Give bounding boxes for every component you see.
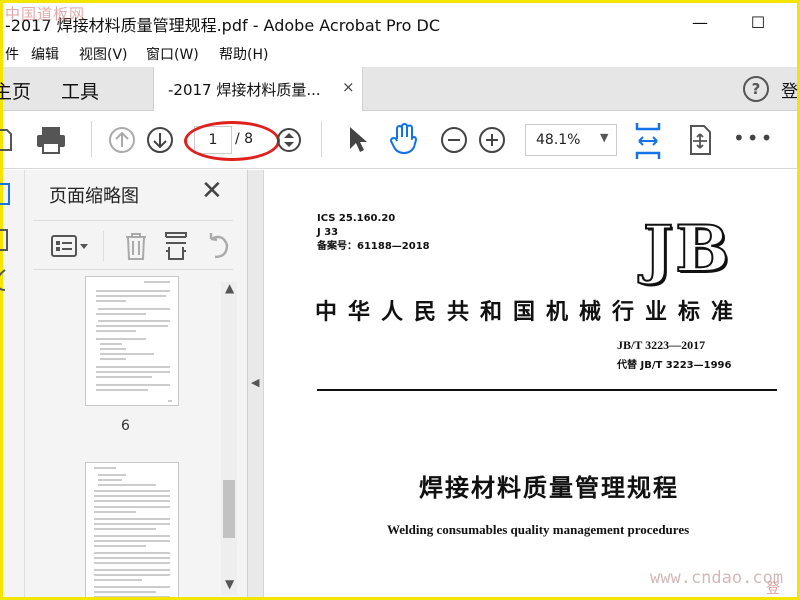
left-rail bbox=[0, 170, 25, 597]
thumbnail-page-6[interactable] bbox=[85, 276, 179, 406]
menu-bar: 件 编辑 视图(V) 窗口(W) 帮助(H) bbox=[3, 41, 797, 67]
toolbar-separator bbox=[321, 121, 322, 157]
menu-file[interactable]: 件 bbox=[5, 44, 19, 64]
attachment-rail-icon[interactable] bbox=[0, 268, 15, 294]
select-cursor-icon[interactable] bbox=[347, 125, 369, 155]
standard-category-title: 中华人民共和国机械行业标准 bbox=[315, 300, 745, 325]
bookmark-rail-icon[interactable] bbox=[0, 228, 15, 254]
close-icon[interactable]: ✕ bbox=[201, 176, 223, 206]
zoom-out-icon[interactable] bbox=[439, 125, 469, 155]
watermark-bottom: www.cndao.com bbox=[650, 568, 784, 588]
document-ics: ICS 25.160.20 bbox=[317, 213, 396, 224]
page-thumbnails-rail-icon[interactable] bbox=[0, 182, 15, 208]
tab-document[interactable]: -2017 焊接材料质量... × bbox=[153, 67, 363, 111]
collapse-panel-arrow[interactable]: ◀ bbox=[251, 376, 259, 389]
tab-close-icon[interactable]: × bbox=[342, 78, 355, 96]
thumbnail-list: 6 bbox=[33, 276, 233, 597]
thumbnail-panel: 页面缩略图 ✕ 6 ▲ ▼ bbox=[25, 170, 248, 597]
fit-page-icon[interactable] bbox=[633, 121, 663, 161]
zoom-value: 48.1% bbox=[536, 132, 581, 148]
maximize-button[interactable]: ☐ bbox=[743, 9, 773, 37]
save-icon[interactable] bbox=[0, 126, 15, 154]
tab-tools[interactable]: 工具 bbox=[61, 77, 99, 104]
title-bar: -2017 焊接材料质量管理规程.pdf - Adobe Acrobat Pro… bbox=[3, 3, 797, 41]
zoom-select[interactable]: 48.1% ▼ bbox=[525, 124, 617, 156]
print-pages-icon[interactable] bbox=[163, 231, 189, 261]
annotation-ellipse bbox=[184, 121, 280, 161]
next-page-icon[interactable] bbox=[145, 125, 175, 155]
thumbnail-text-lines bbox=[96, 281, 172, 402]
scroll-down-arrow[interactable]: ▼ bbox=[225, 577, 234, 591]
more-options-icon[interactable]: ••• bbox=[733, 126, 774, 150]
menu-edit[interactable]: 编辑 bbox=[31, 44, 59, 64]
panel-separator bbox=[103, 231, 104, 261]
document-title-en: Welding consumables quality management p… bbox=[387, 522, 690, 537]
scroll-up-arrow[interactable]: ▲ bbox=[225, 281, 234, 295]
document-ccs: J 33 bbox=[317, 227, 339, 238]
thumbnail-scrollbar[interactable] bbox=[221, 282, 237, 595]
minimize-button[interactable]: — bbox=[685, 9, 715, 37]
scrollbar-thumb[interactable] bbox=[223, 480, 235, 538]
hand-tool-icon[interactable] bbox=[389, 123, 419, 155]
thumbnail-page-7[interactable] bbox=[85, 462, 179, 597]
page-scroll-icon[interactable] bbox=[275, 126, 303, 154]
zoom-in-icon[interactable] bbox=[477, 125, 507, 155]
options-menu-icon[interactable] bbox=[51, 233, 91, 259]
document-title-cn: 焊接材料质量管理规程 bbox=[419, 474, 679, 502]
tab-home[interactable]: 主页 bbox=[0, 77, 31, 104]
panel-splitter[interactable]: ◀ bbox=[248, 170, 264, 597]
tab-document-label: -2017 焊接材料质量... bbox=[168, 81, 321, 99]
menu-view[interactable]: 视图(V) bbox=[79, 44, 128, 64]
undo-icon[interactable] bbox=[203, 231, 231, 261]
trash-icon[interactable] bbox=[123, 231, 149, 261]
toolbar: 1 / 8 48.1% ▼ ••• bbox=[0, 111, 797, 169]
menu-window[interactable]: 窗口(W) bbox=[146, 44, 199, 64]
help-icon[interactable]: ? bbox=[743, 76, 769, 102]
print-icon[interactable] bbox=[35, 125, 67, 155]
jb-logo: JB bbox=[642, 211, 732, 288]
panel-toolbar bbox=[33, 220, 233, 270]
document-view[interactable]: ICS 25.160.20 J 33 备案号：61188—2018 JB 中华人… bbox=[265, 170, 797, 597]
toolbar-separator bbox=[91, 121, 92, 157]
previous-page-icon[interactable] bbox=[107, 125, 137, 155]
document-record-number: 备案号：61188—2018 bbox=[317, 241, 430, 252]
standard-code: JB/T 3223—2017 bbox=[617, 338, 706, 352]
watermark-top: 中国道板网 bbox=[5, 5, 86, 23]
standard-replaces: 代替 JB/T 3223—1996 bbox=[617, 360, 732, 371]
panel-title: 页面缩略图 bbox=[49, 186, 139, 207]
tab-bar: 主页 工具 -2017 焊接材料质量... × ? 登 bbox=[0, 67, 798, 111]
document-divider bbox=[317, 389, 777, 391]
sign-in-label[interactable]: 登 bbox=[781, 77, 798, 102]
document-ics-block: ICS 25.160.20 J 33 备案号：61188—2018 bbox=[317, 212, 430, 254]
menu-help[interactable]: 帮助(H) bbox=[219, 44, 268, 64]
page-tool-icon[interactable] bbox=[685, 123, 715, 157]
chevron-down-icon: ▼ bbox=[600, 131, 609, 144]
thumbnail-text-lines bbox=[94, 467, 170, 597]
watermark-bottom-right: 登 bbox=[766, 581, 780, 597]
thumbnail-page-number: 6 bbox=[121, 418, 130, 434]
